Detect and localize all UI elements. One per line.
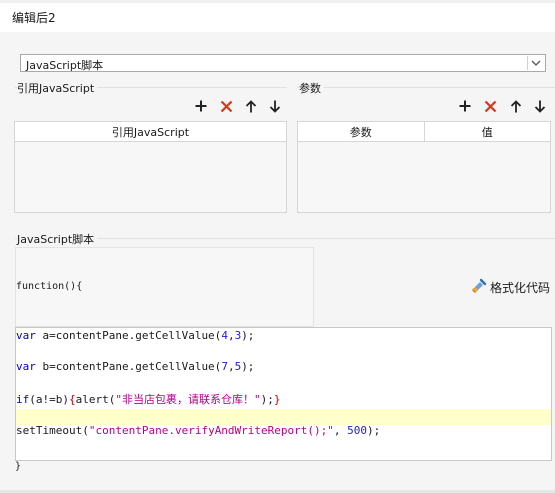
function-close-text: }: [15, 461, 22, 472]
plus-icon: [459, 100, 471, 112]
plus-icon: [195, 100, 207, 112]
script-type-value: JavaScript脚本: [26, 59, 104, 72]
function-header-area: function(){: [15, 247, 314, 327]
params-section-label: 参数: [299, 80, 324, 96]
script-type-select[interactable]: JavaScript脚本: [20, 54, 546, 72]
ref-js-table[interactable]: 引用JavaScript: [14, 121, 287, 213]
code-line-3: if(a!=b){alert("非当店包裹，请联系仓库！");}: [16, 393, 281, 406]
code-editor[interactable]: var a=contentPane.getCellValue(4,3); var…: [15, 327, 552, 461]
code-line-1: var a=contentPane.getCellValue(4,3);: [16, 329, 255, 342]
arrow-up-icon: [510, 99, 522, 113]
add-ref-js-button[interactable]: [192, 97, 210, 115]
broom-icon: [471, 278, 487, 297]
format-code-label: 格式化代码: [490, 280, 551, 295]
move-up-param-button[interactable]: [507, 97, 525, 115]
title-bar: 编辑后2: [0, 0, 555, 32]
current-line-highlight: [16, 409, 551, 425]
arrow-up-icon: [245, 99, 257, 113]
window-title: 编辑后2: [12, 11, 56, 25]
divider: [297, 87, 555, 88]
arrow-down-icon: [534, 100, 546, 113]
move-down-param-button[interactable]: [531, 97, 549, 115]
delete-x-icon: [220, 100, 233, 113]
arrow-down-icon: [269, 100, 281, 113]
move-down-ref-js-button[interactable]: [266, 97, 284, 115]
delete-param-button[interactable]: [481, 97, 499, 115]
param-value-column-header[interactable]: 值: [425, 122, 551, 141]
param-name-column-header[interactable]: 参数: [298, 122, 425, 141]
ref-js-column-header[interactable]: 引用JavaScript: [15, 122, 286, 141]
function-open-text: function(){: [16, 281, 83, 292]
delete-ref-js-button[interactable]: [217, 97, 235, 115]
js-script-section-label: JavaScript脚本: [17, 231, 98, 247]
editor-panel: JavaScript脚本 引用JavaScript 引用JavaScript 参…: [0, 32, 555, 493]
ref-js-section-label: 引用JavaScript: [17, 80, 98, 96]
chevron-down-icon[interactable]: [527, 56, 544, 70]
code-line-2: var b=contentPane.getCellValue(7,5);: [16, 360, 255, 373]
code-line-4: setTimeout("contentPane.verifyAndWriteRe…: [16, 424, 381, 437]
move-up-ref-js-button[interactable]: [242, 97, 260, 115]
ref-js-table-header: 引用JavaScript: [15, 122, 286, 142]
add-param-button[interactable]: [456, 97, 474, 115]
delete-x-icon: [484, 100, 497, 113]
params-table[interactable]: 参数 值: [297, 121, 551, 213]
format-code-button[interactable]: 格式化代码: [471, 278, 550, 296]
params-table-header: 参数 值: [298, 122, 550, 142]
top-strip: [0, 0, 555, 3]
